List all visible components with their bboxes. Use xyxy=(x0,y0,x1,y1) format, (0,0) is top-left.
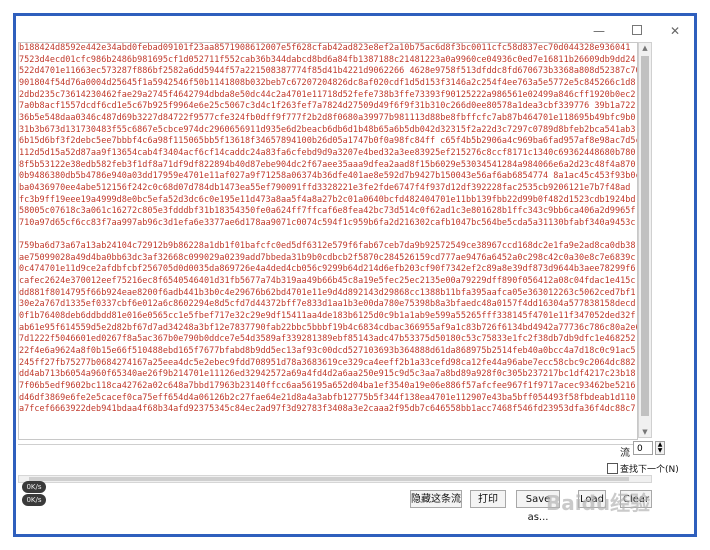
maximize-button[interactable] xyxy=(624,22,650,40)
hscroll-thumb[interactable] xyxy=(29,477,629,481)
stream-count-stepper[interactable]: ▲ ▼ xyxy=(655,441,665,455)
text-line: ae75099028a49d4ba0bb63dc3af32668c099029a… xyxy=(19,252,636,263)
text-line: 2dbd235c73614230462fae29a2745f4642794dbd… xyxy=(19,89,636,100)
scroll-up-icon[interactable]: ▲ xyxy=(641,44,649,52)
text-line: 7523d4ecd01cfc986b2486b981695cf1d052711f… xyxy=(19,54,636,65)
scroll-thumb[interactable] xyxy=(641,56,649,416)
watermark-logo: Baidu经验 xyxy=(546,491,651,515)
text-line: 36b5e548daa0346c487d69b3227d84722f9577cf… xyxy=(19,112,636,123)
download-speed-badge: 0K/s xyxy=(22,494,46,506)
text-line: ba0436970ee4abe512156f242c0c68d07d784db1… xyxy=(19,182,631,193)
upload-speed-badge: 0K/s xyxy=(22,481,46,493)
stream-content-area[interactable]: b188424d8592e442e34abd0febad09101f23aa85… xyxy=(18,42,638,440)
text-line: 6b15d6bf3f2debc5ee7bbbf4c6a98f115065bb5f… xyxy=(19,136,638,147)
text-line: 8f5b53122e38edb582feb3f1df8a71df9df82289… xyxy=(19,159,636,170)
close-icon: ✕ xyxy=(669,24,681,38)
maximize-icon xyxy=(632,25,642,35)
text-line: a7fcef6663922deb941bdaa4f68b34afd9237534… xyxy=(19,404,636,415)
text-line: 58005c07618c3a061c16272c805e3fdddbf31b18… xyxy=(19,206,636,217)
text-line xyxy=(19,230,637,242)
text-line: 0f1b76408deb6ddbdd81e016e0565cc1e5fbef71… xyxy=(19,311,636,322)
text-line: fc3b9ff19eee19a4999d8e0bc5efa52d3dc6c0e1… xyxy=(19,194,636,205)
vertical-scrollbar[interactable]: ▲ ▼ xyxy=(638,42,652,438)
close-button[interactable]: ✕ xyxy=(662,22,688,40)
text-line: 30e2a767d1335ef0337cbf6e012a6c8602294e8d… xyxy=(19,299,636,310)
minimize-button[interactable]: — xyxy=(586,22,612,40)
print-button[interactable]: 打印 xyxy=(470,490,506,508)
horizontal-scrollbar[interactable] xyxy=(18,475,652,483)
text-line: d46df3869e6fe2e5cacef0ca75eff654d4a06126… xyxy=(19,392,636,403)
stream-count-label: 流 xyxy=(620,448,630,459)
text-line: 0c474701e11d9ce2afdbfcbf256705d0d0035da8… xyxy=(19,264,636,275)
text-line: 7f06b5edf9602bc118ca42762a02c648a7bbd179… xyxy=(19,381,636,392)
text-line: b188424d8592e442e34abd0febad09101f23aa85… xyxy=(19,43,631,53)
text-line: 901804f54d76a0004d25645f1a5942546f50b114… xyxy=(19,77,636,88)
text-line: ab61e95f614559d5e2d82bf67d7ad34248a3bf12… xyxy=(19,322,638,333)
text-line: 31b3b673d131730483f55c6867e5cbce974dc296… xyxy=(19,124,636,135)
text-line: cafec2624e370012eef75216ec8f6540546401d3… xyxy=(19,276,636,287)
text-line: 22f4e6a9624a8f0b15e66f510488ebd165f7677b… xyxy=(19,346,636,357)
hide-stream-button[interactable]: 隐藏这条流 xyxy=(410,490,462,508)
scroll-down-icon[interactable]: ▼ xyxy=(641,428,649,436)
text-line: 7d1222f5046601ed0267f8a5ac367b0e790b0ddc… xyxy=(19,334,636,345)
text-line: 759ba6d73a67a13ab24104c72912b9b86228a1db… xyxy=(19,241,636,252)
text-line: dd4ab713b6054a960f65340ae26f9b214701e111… xyxy=(19,369,636,380)
text-line: 0b9486380db5b4786e940a03dd17959e4701e11a… xyxy=(19,171,638,182)
stream-text: b188424d8592e442e34abd0febad09101f23aa85… xyxy=(19,43,638,416)
text-line: 112d5d15a52d87aa9f13654cab4f3404acf6cf14… xyxy=(19,147,636,158)
text-line: 710a97d65cf6cc83f7aa997ab96c3d1efa6e3377… xyxy=(19,217,636,228)
find-next-checkbox[interactable] xyxy=(607,463,618,474)
minimize-icon: — xyxy=(593,24,605,38)
stream-count-input[interactable]: 0 xyxy=(633,441,653,455)
find-next-label: 查找下一个(N) xyxy=(620,465,679,475)
text-line: 245ff27fb75277b0684274167a25eea4dc5e2ebe… xyxy=(19,357,636,368)
text-line: 522d4701e11663ec573287f886bf2582a6dd5944… xyxy=(19,66,638,77)
text-line: 7a0b8acf1557dcdf6cd1e5c67b925f9964e6e25c… xyxy=(19,101,636,112)
text-line: dd881f8014795f66b924eae8200f6adb441b3b0c… xyxy=(19,287,636,298)
divider xyxy=(18,444,652,445)
